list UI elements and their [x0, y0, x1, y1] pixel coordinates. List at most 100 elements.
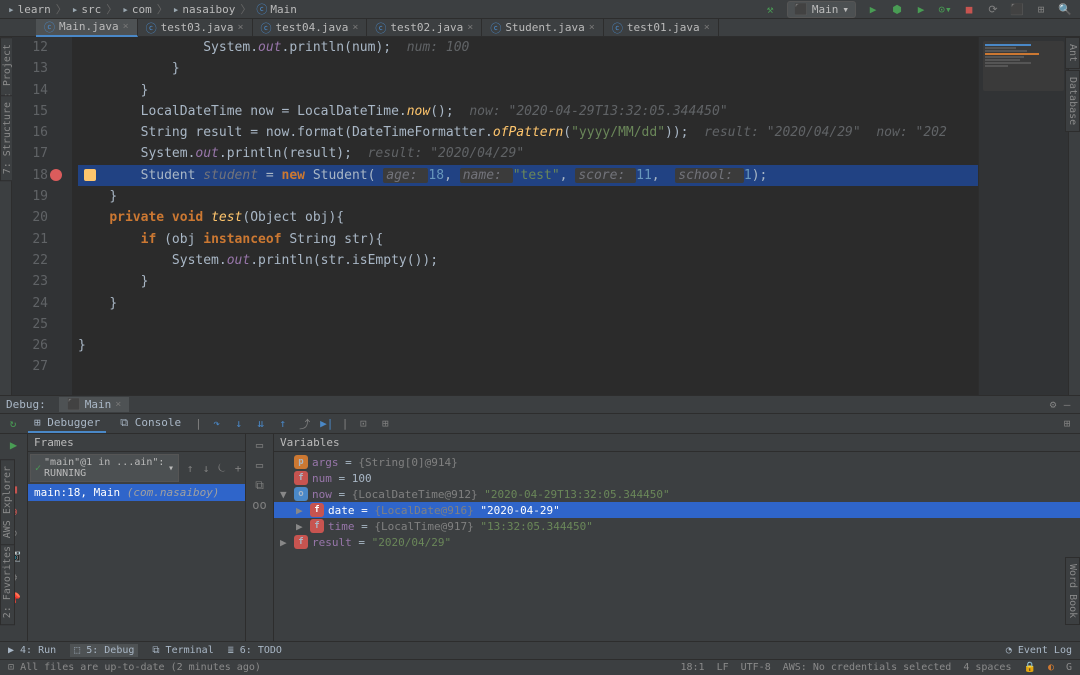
lock-icon[interactable]: 🔒	[1023, 662, 1035, 673]
aws-status[interactable]: AWS: No credentials selected	[783, 662, 952, 673]
encoding[interactable]: UTF-8	[741, 662, 771, 673]
code-line[interactable]: private void test(Object obj){	[78, 207, 978, 228]
structure-icon[interactable]: ⊞	[1034, 2, 1048, 16]
close-icon[interactable]: ×	[467, 22, 473, 33]
remove-watch-icon[interactable]: ▭	[253, 458, 267, 472]
favorites-tool[interactable]: 2: Favorites	[0, 539, 15, 625]
trace-icon[interactable]: ⊞	[378, 417, 392, 431]
aws-explorer-tool[interactable]: AWS Explorer	[0, 459, 15, 545]
step-over-icon[interactable]: ↷	[210, 417, 224, 431]
search-icon[interactable]: 🔍	[1058, 2, 1072, 16]
caret-position[interactable]: 18:1	[680, 662, 704, 673]
code-line[interactable]: }	[78, 186, 978, 207]
debug-session-tab[interactable]: ⬛ Main ×	[59, 397, 129, 412]
code-line[interactable]: System.out.println(result); result: "202…	[78, 143, 978, 164]
editor-tab[interactable]: ⓒ Student.java ×	[482, 19, 604, 36]
variable-row[interactable]: ▼onow = {LocalDateTime@912} "2020-04-29T…	[274, 486, 1080, 502]
bulb-icon[interactable]	[84, 169, 96, 181]
editor[interactable]: 12131415161718192021222324252627 System.…	[12, 37, 1068, 395]
ant-tool[interactable]: Ant	[1065, 37, 1080, 69]
code-line[interactable]: LocalDateTime now = LocalDateTime.now();…	[78, 101, 978, 122]
left-tool-strip[interactable]: 1: Project 7: Structure	[0, 37, 12, 395]
code-line[interactable]: System.out.println(str.isEmpty());	[78, 250, 978, 271]
variable-row[interactable]: ▶fdate = {LocalDate@916} "2020-04-29"	[274, 502, 1080, 518]
commit-icon[interactable]: ⬛	[1010, 2, 1024, 16]
gutter[interactable]: 12131415161718192021222324252627	[12, 37, 72, 395]
wordbook-tool[interactable]: Word Book	[1065, 557, 1080, 625]
build-icon[interactable]: ⚒	[763, 2, 777, 16]
editor-tab[interactable]: ⓒ test03.java ×	[138, 19, 253, 36]
gear-icon[interactable]: ⚙	[1046, 398, 1060, 412]
code-line[interactable]: System.out.println(num); num: 100	[78, 37, 978, 58]
code-line[interactable]: }	[78, 58, 978, 79]
debug-tool-btn[interactable]: ⬚ 5: Debug	[70, 644, 138, 657]
terminal-tool[interactable]: ⧉ Terminal	[152, 645, 213, 656]
editor-tab[interactable]: ⓒ test01.java ×	[604, 19, 719, 36]
status-icon[interactable]: ⊡	[8, 662, 14, 673]
line-separator[interactable]: LF	[717, 662, 729, 673]
close-icon[interactable]: ×	[238, 22, 244, 33]
add-icon[interactable]: +	[231, 461, 245, 475]
run-icon[interactable]: ▶	[866, 2, 880, 16]
editor-tab[interactable]: ⓒ test04.java ×	[253, 19, 368, 36]
console-tab[interactable]: ⧉ Console	[114, 414, 187, 434]
code-line[interactable]: Student student = new Student( age: 18, …	[78, 165, 978, 186]
code-line[interactable]: String result = now.format(DateTimeForma…	[78, 122, 978, 143]
thread-selector[interactable]: ✓ "main"@1 in ...ain": RUNNING ▾	[30, 454, 179, 482]
google-icon[interactable]: G	[1066, 662, 1072, 673]
resume-icon[interactable]: ▶	[7, 438, 21, 452]
inspector-icon[interactable]: ◐	[1048, 662, 1054, 673]
right-tool-strip[interactable]: Ant Database	[1068, 37, 1080, 395]
evaluate-icon[interactable]: ⊡	[356, 417, 370, 431]
show-watches-icon[interactable]: oo	[253, 498, 267, 512]
force-step-into-icon[interactable]: ⇊	[254, 417, 268, 431]
breadcrumb-item[interactable]: ▸ learn	[8, 3, 51, 16]
code-line[interactable]: if (obj instanceof String str){	[78, 229, 978, 250]
close-icon[interactable]: ×	[123, 21, 129, 32]
filter-frames-icon[interactable]: ⏾	[215, 461, 229, 475]
next-frame-icon[interactable]: ↓	[199, 461, 213, 475]
close-icon[interactable]: ×	[589, 22, 595, 33]
variable-row[interactable]: ▶ftime = {LocalTime@917} "13:32:05.34445…	[274, 518, 1080, 534]
close-icon[interactable]: ×	[115, 399, 121, 410]
code-line[interactable]: }	[78, 293, 978, 314]
profile-icon[interactable]: ⊙▾	[938, 2, 952, 16]
debugger-tab[interactable]: ⊞ Debugger	[28, 414, 106, 433]
step-into-icon[interactable]: ↓	[232, 417, 246, 431]
rerun-icon[interactable]: ↻	[6, 417, 20, 431]
layout-icon[interactable]: ⊞	[1060, 417, 1074, 431]
run-config-selector[interactable]: ⬛ Main ▾	[787, 1, 856, 18]
database-tool[interactable]: Database	[1065, 70, 1080, 132]
breadcrumbs[interactable]: ▸ learn〉▸ src〉▸ com〉▸ nasaiboy〉ⓒ Main	[8, 1, 297, 17]
close-icon[interactable]: ×	[352, 22, 358, 33]
code-area[interactable]: System.out.println(num); num: 100 } } Lo…	[72, 37, 978, 395]
debug-icon[interactable]: ⬢	[890, 2, 904, 16]
new-watch-icon[interactable]: ▭	[253, 438, 267, 452]
breadcrumb-item[interactable]: ⓒ Main	[256, 1, 297, 17]
step-out-icon[interactable]: ↑	[276, 417, 290, 431]
breakpoint-icon[interactable]	[50, 169, 62, 181]
code-line[interactable]	[78, 356, 978, 377]
stop-icon[interactable]: ■	[962, 2, 976, 16]
variable-row[interactable]: fnum = 100	[274, 470, 1080, 486]
copy-icon[interactable]: ⧉	[253, 478, 267, 492]
editor-tab[interactable]: ⓒ test02.java ×	[367, 19, 482, 36]
breadcrumb-item[interactable]: ▸ nasaiboy	[173, 3, 236, 16]
variable-row[interactable]: ▶fresult = "2020/04/29"	[274, 534, 1080, 550]
run-tool[interactable]: ▶ 4: Run	[8, 645, 56, 656]
variable-row[interactable]: pargs = {String[0]@914}	[274, 454, 1080, 470]
breadcrumb-item[interactable]: ▸ src	[72, 3, 102, 16]
git-update-icon[interactable]: ⟳	[986, 2, 1000, 16]
event-log-btn[interactable]: ◔ Event Log	[1006, 645, 1072, 656]
coverage-icon[interactable]: ▶	[914, 2, 928, 16]
code-line[interactable]: }	[78, 80, 978, 101]
breadcrumb-item[interactable]: ▸ com	[122, 3, 152, 16]
prev-frame-icon[interactable]: ↑	[183, 461, 197, 475]
todo-tool[interactable]: ≣ 6: TODO	[228, 645, 282, 656]
minimize-icon[interactable]: —	[1060, 398, 1074, 412]
stack-frame[interactable]: main:18, Main (com.nasaiboy)	[28, 484, 245, 501]
code-line[interactable]	[78, 314, 978, 335]
indent-status[interactable]: 4 spaces	[963, 662, 1011, 673]
minimap[interactable]	[978, 37, 1068, 395]
editor-tab[interactable]: ⓒ Main.java ×	[36, 19, 138, 37]
